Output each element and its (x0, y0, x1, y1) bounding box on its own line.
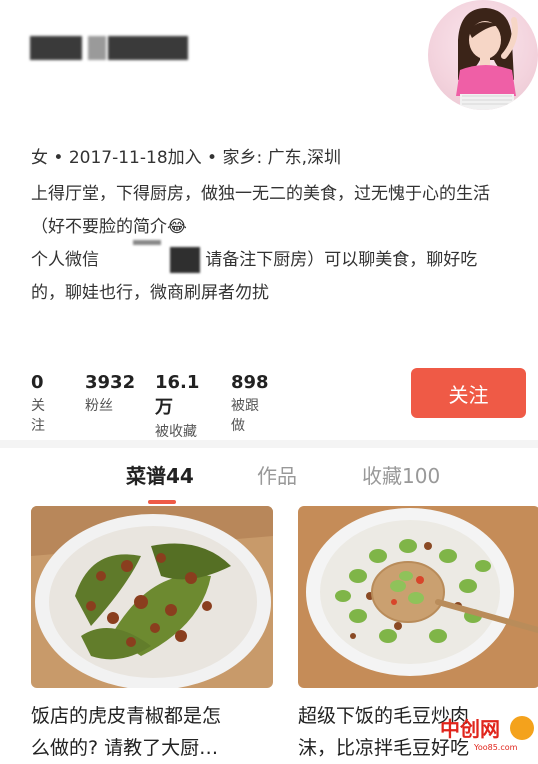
bio-line: 的，聊娃也行，微商刷屏者勿扰 (31, 283, 269, 303)
watermark-brand: 中创网 (440, 717, 500, 741)
watermark-url: Yoo85.com (473, 743, 518, 752)
bio-line: （好不要脸的简介😂 (31, 217, 187, 237)
bio-line: 上得厅堂，下得厨房，做独一无二的美食，过无愧于心的生活 (31, 184, 490, 204)
active-tab-indicator (148, 500, 176, 504)
recipe-title: 饭店的虎皮青椒都是怎 么做的? 请教了大厨… (31, 700, 273, 764)
stat-following-label: 关注 (31, 398, 45, 434)
avatar-portrait (456, 8, 518, 110)
follow-button[interactable]: 关注 (411, 368, 526, 418)
stat-collected-label: 被收藏 (155, 424, 197, 440)
stat-cooked-count: 898 (231, 372, 269, 393)
content-tabs: 菜谱44 作品 收藏100 (0, 460, 538, 504)
watermark-logo: 中创网 Yoo85.com (402, 710, 538, 760)
profile-meta: 女 • 2017-11-18加入 • 家乡: 广东,深圳 (31, 148, 342, 168)
recipe-image (298, 506, 538, 688)
tab-recipes[interactable]: 菜谱44 (126, 460, 194, 489)
bio-wechat-note: 请备注下厨房）可以聊美食，聊好吃 (205, 250, 478, 270)
stat-collected[interactable]: 16.1万 被收藏 (155, 372, 199, 441)
bio-wechat-label: 个人微信 (31, 250, 99, 270)
stat-followers[interactable]: 3932 粉丝 (85, 372, 135, 415)
recipe-title-line: 饭店的虎皮青椒都是怎 (31, 705, 222, 727)
stat-cooked-label: 被跟做 (231, 398, 259, 434)
redacted-mark (133, 240, 161, 245)
redacted-wechat-id (169, 247, 200, 273)
bio-line: 个人微信 请备注下厨房）可以聊美食，聊好吃 (31, 244, 521, 277)
stat-following-count: 0 (31, 372, 44, 393)
tab-collections[interactable]: 收藏100 (362, 460, 440, 489)
stat-cooked[interactable]: 898 被跟做 (231, 372, 269, 435)
stat-following[interactable]: 0 关注 (31, 372, 45, 435)
redacted-username (30, 36, 82, 60)
stat-collected-count: 16.1万 (155, 372, 200, 418)
recipe-title-line: 么做的? 请教了大厨… (31, 737, 219, 759)
redacted-username (108, 36, 188, 60)
recipe-image (31, 506, 273, 688)
stat-followers-count: 3932 (85, 372, 136, 393)
redacted-username (88, 36, 106, 60)
avatar[interactable] (428, 0, 538, 110)
profile-bio: 上得厅堂，下得厨房，做独一无二的美食，过无愧于心的生活 （好不要脸的简介😂 个人… (31, 178, 521, 310)
stat-followers-label: 粉丝 (85, 398, 113, 414)
section-divider (0, 440, 538, 448)
recipe-card[interactable]: 饭店的虎皮青椒都是怎 么做的? 请教了大厨… (31, 506, 273, 764)
tab-works[interactable]: 作品 (257, 460, 297, 489)
